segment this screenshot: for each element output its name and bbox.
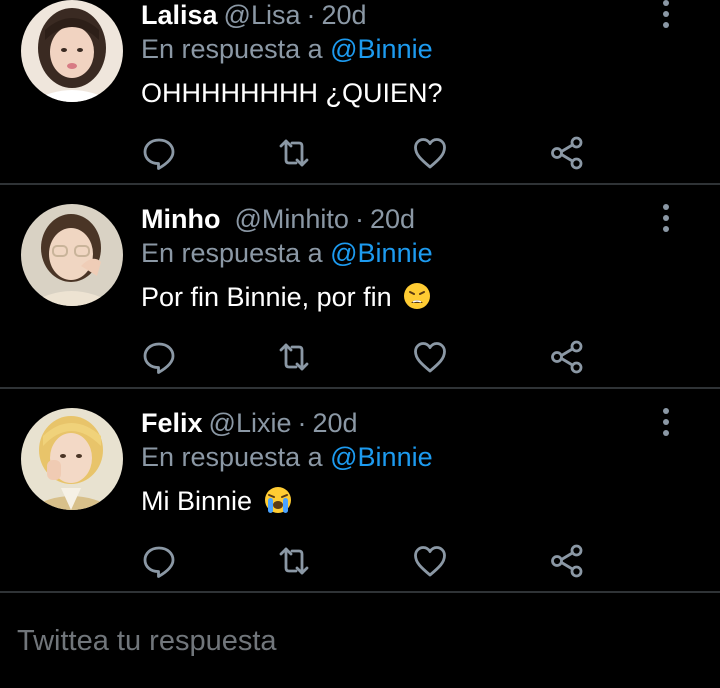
display-name[interactable]: Felix: [141, 408, 203, 438]
reply-icon[interactable]: [139, 337, 179, 377]
retweet-icon[interactable]: [274, 133, 314, 173]
divider: [0, 183, 720, 185]
retweet-icon[interactable]: [274, 337, 314, 377]
divider: [0, 387, 720, 389]
timestamp[interactable]: 20d: [370, 204, 415, 234]
reply-text-content: Mi Binnie: [141, 486, 253, 516]
handle[interactable]: @Lisa: [224, 0, 301, 30]
reply-card[interactable]: Felix @Lixie · 20d En respuesta a @Binnie M…: [0, 391, 720, 595]
loudly-crying-face-emoji: [264, 487, 291, 513]
avatar[interactable]: [21, 0, 123, 102]
like-icon[interactable]: [410, 133, 450, 173]
reply-header: Lalisa @Lisa · 20d: [141, 0, 367, 32]
more-options-icon[interactable]: [654, 201, 678, 235]
mention-link[interactable]: @Binnie: [330, 442, 432, 472]
reply-header: Minho @Minhito · 20d: [141, 202, 415, 236]
reply-text-content: OHHHHHHHH ¿QUIEN?: [141, 78, 443, 108]
reply-text: Por fin Binnie, por fin: [141, 280, 431, 314]
replying-prefix: En respuesta a: [141, 442, 323, 472]
separator: ·: [354, 204, 364, 234]
display-name[interactable]: Lalisa: [141, 0, 218, 30]
action-bar: [0, 133, 720, 173]
avatar[interactable]: [21, 204, 123, 306]
reply-card[interactable]: Minho @Minhito · 20d En respuesta a @Binnie…: [0, 187, 720, 391]
mention-link[interactable]: @Binnie: [330, 238, 432, 268]
mention-link[interactable]: @Binnie: [330, 34, 432, 64]
reply-input[interactable]: [17, 621, 697, 661]
handle[interactable]: @Lixie: [209, 408, 292, 438]
share-icon[interactable]: [547, 337, 587, 377]
share-icon[interactable]: [547, 133, 587, 173]
action-bar: [0, 541, 720, 581]
separator: ·: [306, 0, 316, 30]
share-icon[interactable]: [547, 541, 587, 581]
reply-composer: [0, 593, 720, 688]
timestamp[interactable]: 20d: [312, 408, 357, 438]
reply-icon[interactable]: [139, 133, 179, 173]
reply-header: Felix @Lixie · 20d: [141, 406, 358, 440]
reply-text: OHHHHHHHH ¿QUIEN?: [141, 76, 443, 110]
like-icon[interactable]: [410, 541, 450, 581]
separator: ·: [297, 408, 307, 438]
like-icon[interactable]: [410, 337, 450, 377]
replying-prefix: En respuesta a: [141, 34, 323, 64]
display-name[interactable]: Minho: [141, 204, 220, 234]
reply-icon[interactable]: [139, 541, 179, 581]
more-options-icon[interactable]: [654, 405, 678, 439]
weary-face-emoji: [404, 283, 431, 309]
replying-to: En respuesta a @Binnie: [141, 32, 433, 66]
reply-text: Mi Binnie: [141, 484, 292, 518]
timestamp[interactable]: 20d: [322, 0, 367, 30]
replying-to: En respuesta a @Binnie: [141, 440, 433, 474]
more-options-icon[interactable]: [654, 0, 678, 31]
reply-card[interactable]: Lalisa @Lisa · 20d En respuesta a @Binnie O…: [0, 0, 720, 187]
action-bar: [0, 337, 720, 377]
replying-prefix: En respuesta a: [141, 238, 323, 268]
handle[interactable]: @Minhito: [234, 204, 348, 234]
reply-text-content: Por fin Binnie, por fin: [141, 282, 392, 312]
retweet-icon[interactable]: [274, 541, 314, 581]
replying-to: En respuesta a @Binnie: [141, 236, 433, 270]
avatar[interactable]: [21, 408, 123, 510]
